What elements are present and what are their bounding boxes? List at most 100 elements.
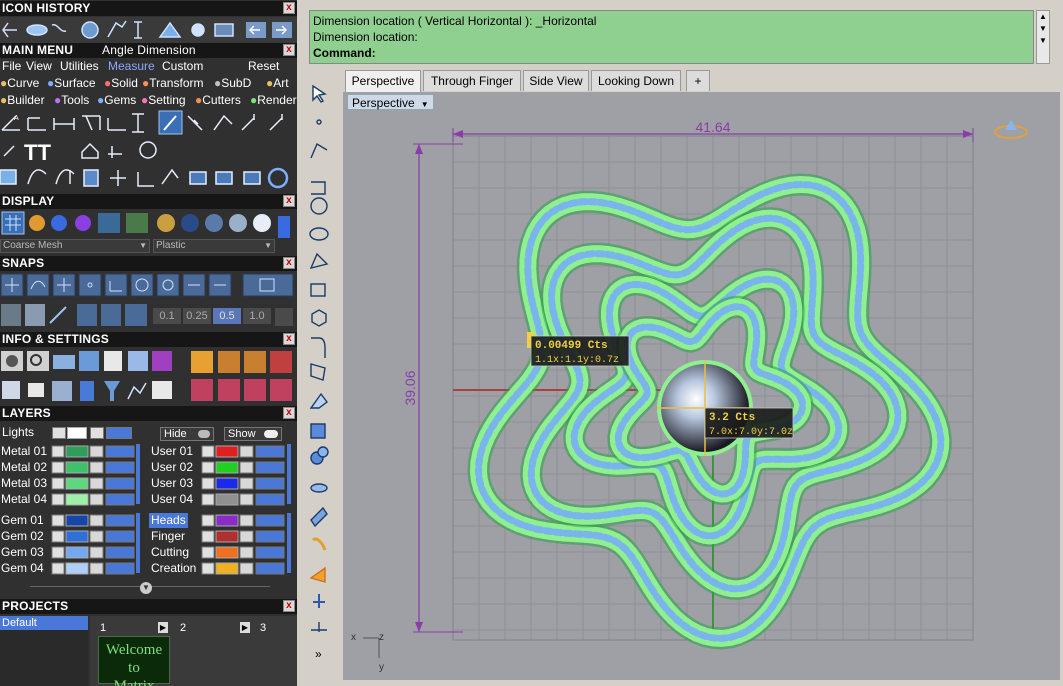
scroll-end-icon[interactable]: ▼ (1037, 35, 1049, 47)
lock-icon[interactable] (89, 546, 104, 559)
display-mode-icons[interactable] (0, 210, 297, 238)
layer-scrollbar[interactable] (136, 513, 140, 573)
lock-icon[interactable] (239, 493, 254, 506)
layer-color-swatch[interactable] (215, 461, 239, 474)
layer-visible-toggle[interactable] (255, 461, 285, 474)
lights-visible-toggle[interactable] (106, 427, 132, 439)
close-icon[interactable]: x (283, 600, 295, 612)
grid-toggle-icon[interactable] (275, 308, 293, 326)
chevron-down-icon[interactable]: ▼ (1037, 23, 1049, 35)
close-icon[interactable]: x (283, 407, 295, 419)
lock-icon[interactable] (89, 514, 104, 527)
layer-visible-toggle[interactable] (255, 562, 285, 575)
layer-expand-icon[interactable] (51, 546, 65, 559)
hide-button[interactable]: Hide (160, 427, 214, 441)
menu-measure[interactable]: Measure (108, 59, 155, 74)
layer-expand-icon[interactable] (201, 445, 215, 458)
lock-icon[interactable] (89, 477, 104, 490)
lock-icon[interactable] (239, 461, 254, 474)
lock-icon[interactable] (239, 445, 254, 458)
category-subd[interactable]: SubD (221, 76, 251, 90)
tab-perspective[interactable]: Perspective (345, 70, 421, 92)
lock-icon[interactable] (239, 562, 254, 575)
layer-visible-toggle[interactable] (255, 514, 285, 527)
layer-expand-icon[interactable] (201, 514, 215, 527)
layer-scrollbar[interactable] (287, 513, 291, 573)
layer-color-swatch[interactable] (65, 461, 89, 474)
lights-lock-icon[interactable] (90, 427, 104, 439)
layer-scrollbar[interactable] (287, 444, 291, 504)
lock-icon[interactable] (239, 530, 254, 543)
layer-visible-toggle[interactable] (255, 477, 285, 490)
layer-expand-icon[interactable] (201, 493, 215, 506)
layer-expand-icon[interactable] (51, 562, 65, 575)
tab-side-view[interactable]: Side View (523, 70, 589, 91)
reset-button[interactable]: Reset (248, 59, 279, 74)
layer-color-swatch[interactable] (65, 530, 89, 543)
layer-expand-icon[interactable] (201, 562, 215, 575)
viewport-perspective[interactable]: Perspective ▼ 41.64 39.06 0.00499 Cts 1.1x:1… (343, 92, 1060, 680)
menu-utilities[interactable]: Utilities (60, 59, 99, 74)
category-solid[interactable]: Solid (111, 76, 138, 90)
slot-2-play-icon[interactable]: ▶ (240, 622, 250, 633)
viewport-label[interactable]: Perspective ▼ (347, 94, 434, 110)
layer-color-swatch[interactable] (215, 546, 239, 559)
viewport-canvas[interactable]: 41.64 39.06 0.00499 Cts 1.1x:1.1y:0.7z 3.2 C… (343, 92, 1060, 680)
layer-color-swatch[interactable] (65, 546, 89, 559)
layer-expand-icon[interactable] (51, 445, 65, 458)
category-art[interactable]: Art (273, 76, 288, 90)
layer-color-swatch[interactable] (215, 477, 239, 490)
show-button[interactable]: Show (224, 427, 282, 441)
mesh-select[interactable]: Coarse Mesh ▼ (0, 239, 150, 253)
lock-icon[interactable] (89, 562, 104, 575)
lock-icon[interactable] (89, 493, 104, 506)
layer-color-swatch[interactable] (215, 530, 239, 543)
tab-through-finger[interactable]: Through Finger (423, 70, 521, 91)
layer-color-swatch[interactable] (215, 493, 239, 506)
layer-scrollbar[interactable] (136, 444, 140, 504)
layer-visible-toggle[interactable] (105, 514, 135, 527)
layer-color-swatch[interactable] (65, 514, 89, 527)
layer-expand-icon[interactable] (201, 546, 215, 559)
layer-visible-toggle[interactable] (255, 493, 285, 506)
lock-icon[interactable] (89, 445, 104, 458)
layer-expand-icon[interactable] (201, 477, 215, 490)
icon-history-icons[interactable] (0, 17, 297, 43)
layer-visible-toggle[interactable] (105, 493, 135, 506)
layer-expand-icon[interactable] (51, 477, 65, 490)
close-icon[interactable]: x (283, 195, 295, 207)
project-thumbnail[interactable]: Welcome to Matrix (98, 636, 170, 686)
category-cutters[interactable]: Cutters (202, 93, 241, 107)
layer-visible-toggle[interactable] (105, 546, 135, 559)
snap-value-2[interactable]: 0.5 (213, 308, 241, 324)
vertical-toolbar[interactable]: » (307, 82, 333, 666)
close-icon[interactable]: x (283, 333, 295, 345)
layer-color-swatch[interactable] (215, 514, 239, 527)
menu-custom[interactable]: Custom (162, 59, 203, 74)
category-surface[interactable]: Surface (54, 76, 95, 90)
category-setting[interactable]: Setting (148, 93, 185, 107)
measure-tool-icons[interactable]: A TT (0, 110, 297, 194)
layer-color-swatch[interactable] (215, 562, 239, 575)
layer-visible-toggle[interactable] (255, 445, 285, 458)
category-tools[interactable]: Tools (61, 93, 89, 107)
layer-expand-icon[interactable] (51, 493, 65, 506)
tab-looking-down[interactable]: Looking Down (591, 70, 681, 91)
info-settings-icons[interactable] (0, 349, 297, 405)
layer-expand-icon[interactable] (51, 461, 65, 474)
snap-value-0[interactable]: 0.1 (153, 308, 181, 324)
category-transform[interactable]: Transform (149, 76, 203, 90)
layer-expand-icon[interactable] (52, 427, 66, 439)
chevron-up-icon[interactable]: ▲ (1037, 11, 1049, 23)
lock-icon[interactable] (239, 477, 254, 490)
lights-color-swatch[interactable] (67, 427, 87, 439)
command-scrollbar[interactable]: ▲ ▼ ▼ (1036, 10, 1050, 64)
layer-color-swatch[interactable] (65, 445, 89, 458)
category-builder[interactable]: Builder (7, 93, 44, 107)
category-gems[interactable]: Gems (104, 93, 136, 107)
layer-controls[interactable] (0, 444, 297, 578)
add-tab-button[interactable]: + (686, 70, 710, 91)
chevron-down-icon[interactable]: ▼ (421, 100, 429, 109)
layer-visible-toggle[interactable] (105, 477, 135, 490)
layer-expand-icon[interactable] (201, 461, 215, 474)
